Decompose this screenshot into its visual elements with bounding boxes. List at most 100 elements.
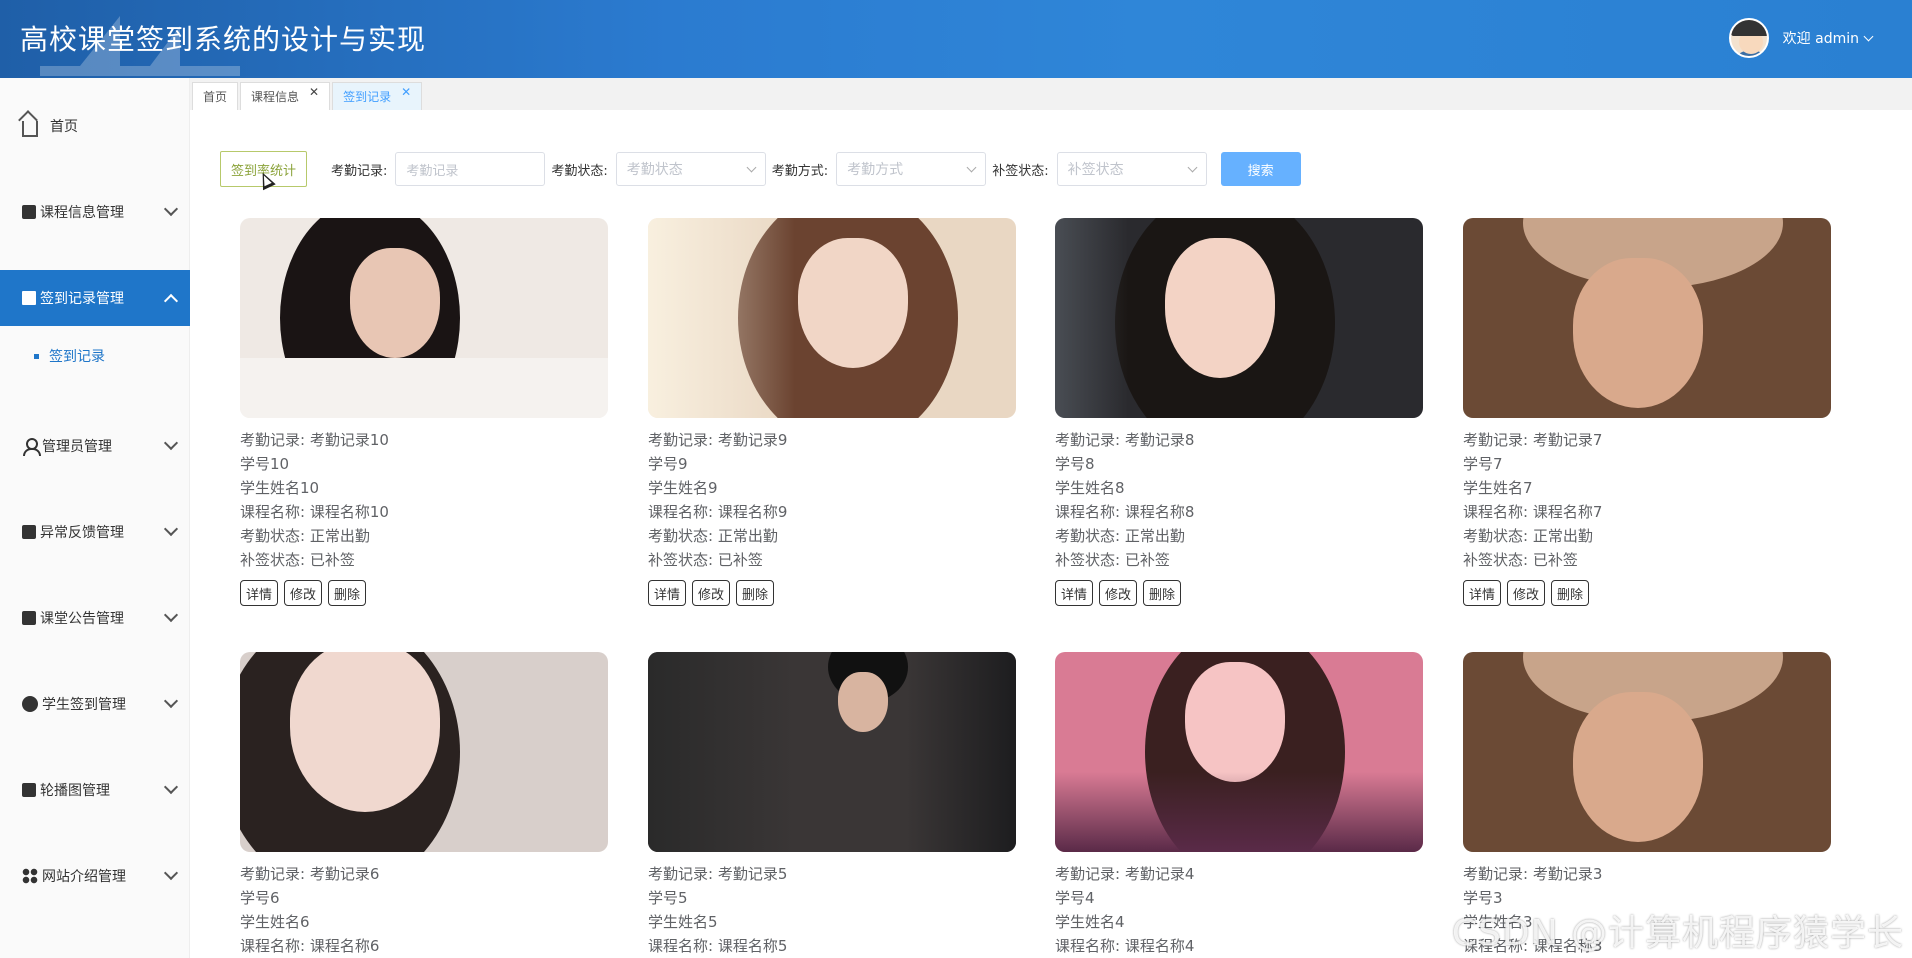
delete-button[interactable]: 删除 <box>1551 580 1590 606</box>
chevron-down-icon <box>163 779 179 795</box>
sidebar-subitem-label: 签到记录 <box>49 349 105 365</box>
edit-button[interactable]: 修改 <box>1099 580 1138 606</box>
tab-home[interactable]: 首页 <box>192 82 239 110</box>
student-photo[interactable] <box>240 218 608 418</box>
delete-button[interactable]: 删除 <box>736 580 775 606</box>
course-label: 课程名称: <box>648 503 714 521</box>
sidebar-item-checkin-records[interactable]: 签到记录管理 <box>0 270 190 326</box>
user-menu[interactable]: 欢迎 admin <box>1783 28 1874 48</box>
student-name: 学生姓名9 <box>648 479 718 497</box>
top-header: 高校课堂签到系统的设计与实现 欢迎 admin <box>0 0 1912 78</box>
status-value: 正常出勤 <box>309 527 370 545</box>
id-card-icon <box>22 205 36 219</box>
record-card: 考勤记录: 考勤记录8 学号8 学生姓名8 课程名称: 课程名称8 考勤状态: … <box>1055 218 1423 606</box>
student-name: 学生姓名10 <box>240 479 320 497</box>
chevron-down-icon <box>966 162 977 172</box>
record-info: 考勤记录: 考勤记录10 学号10 学生姓名10 课程名称: 课程名称10 考勤… <box>240 428 608 572</box>
bullet-icon <box>34 353 39 359</box>
student-photo[interactable] <box>240 652 608 852</box>
close-icon[interactable]: ✕ <box>401 85 411 99</box>
sidebar-item-site-intro[interactable]: 网站介绍管理 <box>0 848 190 904</box>
detail-button[interactable]: 详情 <box>240 580 279 606</box>
delete-button[interactable]: 删除 <box>1143 580 1182 606</box>
sidebar-item-student-checkin[interactable]: 学生签到管理 <box>0 676 190 732</box>
sidebar-item-admin[interactable]: 管理员管理 <box>0 418 190 474</box>
student-photo[interactable] <box>1055 652 1423 852</box>
edit-button[interactable]: 修改 <box>284 580 323 606</box>
record-label: 考勤记录: <box>331 163 388 179</box>
chevron-up-icon <box>163 293 179 309</box>
record-input[interactable]: 考勤记录 <box>395 152 546 186</box>
sidebar-item-label: 网站介绍管理 <box>42 869 126 885</box>
user-avatar[interactable] <box>1728 18 1769 58</box>
status-select[interactable]: 考勤状态 <box>615 152 766 186</box>
record-value: 考勤记录7 <box>1532 431 1603 449</box>
sidebar-item-feedback[interactable]: 异常反馈管理 <box>0 504 190 560</box>
makeup-value: 已补签 <box>717 551 763 569</box>
course-value: 课程名称6 <box>309 937 380 955</box>
student-no: 学号6 <box>240 889 280 907</box>
makeup-label: 补签状态: <box>240 551 306 569</box>
search-button[interactable]: 搜索 <box>1220 152 1301 186</box>
student-name: 学生姓名7 <box>1463 479 1533 497</box>
sidebar-item-label: 课程信息管理 <box>40 205 124 221</box>
tab-course-info[interactable]: 课程信息 ✕ <box>240 82 331 110</box>
status-value: 正常出勤 <box>1124 527 1185 545</box>
sidebar-item-course-info[interactable]: 课程信息管理 <box>0 184 190 240</box>
checkin-rate-stat-button[interactable]: 签到率统计 <box>220 151 308 191</box>
student-name: 学生姓名8 <box>1055 479 1125 497</box>
close-icon[interactable]: ✕ <box>309 85 319 99</box>
grid-icon <box>22 868 38 884</box>
edit-button[interactable]: 修改 <box>1507 580 1546 606</box>
record-card: 考勤记录: 考勤记录4 学号4 学生姓名4 课程名称: 课程名称4 <box>1055 652 1423 958</box>
student-name: 学生姓名5 <box>648 913 718 931</box>
makeup-value: 已补签 <box>1532 551 1578 569</box>
watermark: CSDN @计算机程序猿学长 <box>1451 913 1904 954</box>
student-no: 学号5 <box>648 889 688 907</box>
card-actions: 详情 修改 删除 <box>1463 580 1831 606</box>
user-area[interactable]: 欢迎 admin <box>1728 18 1874 58</box>
student-photo[interactable] <box>1463 218 1831 418</box>
record-info: 考勤记录: 考勤记录4 学号4 学生姓名4 课程名称: 课程名称4 <box>1055 862 1423 958</box>
tab-label: 首页 <box>203 90 228 104</box>
record-label: 考勤记录: <box>648 431 714 449</box>
course-label: 课程名称: <box>240 937 306 955</box>
edit-button[interactable]: 修改 <box>692 580 731 606</box>
sidebar-item-announcement[interactable]: 课堂公告管理 <box>0 590 190 646</box>
student-photo[interactable] <box>648 652 1016 852</box>
detail-button[interactable]: 详情 <box>1463 580 1502 606</box>
card-actions: 详情 修改 删除 <box>240 580 608 606</box>
chevron-down-icon <box>1187 162 1198 172</box>
chevron-down-icon <box>163 693 179 709</box>
student-photo[interactable] <box>648 218 1016 418</box>
sidebar-item-label: 轮播图管理 <box>40 783 110 799</box>
home-icon <box>22 121 38 137</box>
student-photo[interactable] <box>1463 652 1831 852</box>
student-no: 学号4 <box>1055 889 1095 907</box>
record-label: 考勤记录: <box>1055 865 1121 883</box>
card-actions: 详情 修改 删除 <box>648 580 1016 606</box>
detail-button[interactable]: 详情 <box>648 580 687 606</box>
sidebar-subitem-checkin-record[interactable]: 签到记录 <box>0 336 190 376</box>
record-value: 考勤记录3 <box>1532 865 1603 883</box>
record-info: 考勤记录: 考勤记录9 学号9 学生姓名9 课程名称: 课程名称9 考勤状态: … <box>648 428 1016 572</box>
tab-checkin-record[interactable]: 签到记录 ✕ <box>332 82 423 110</box>
detail-button[interactable]: 详情 <box>1055 580 1094 606</box>
delete-button[interactable]: 删除 <box>328 580 367 606</box>
status-label: 考勤状态: <box>1055 527 1121 545</box>
course-value: 课程名称7 <box>1532 503 1603 521</box>
method-select[interactable]: 考勤方式 <box>836 152 987 186</box>
sidebar-item-label: 课堂公告管理 <box>40 611 124 627</box>
sidebar-item-label: 异常反馈管理 <box>40 525 124 541</box>
status-label: 考勤状态: <box>240 527 306 545</box>
server-icon <box>22 611 36 625</box>
student-photo[interactable] <box>1055 218 1423 418</box>
student-no: 学号8 <box>1055 455 1095 473</box>
sidebar-item-carousel[interactable]: 轮播图管理 <box>0 762 190 818</box>
record-card: 考勤记录: 考勤记录10 学号10 学生姓名10 课程名称: 课程名称10 考勤… <box>240 218 608 606</box>
course-label: 课程名称: <box>1055 503 1121 521</box>
chevron-down-icon <box>163 435 179 451</box>
sidebar-item-home[interactable]: 首页 <box>0 98 190 154</box>
makeup-select[interactable]: 补签状态 <box>1056 152 1207 186</box>
status-label: 考勤状态: <box>1463 527 1529 545</box>
